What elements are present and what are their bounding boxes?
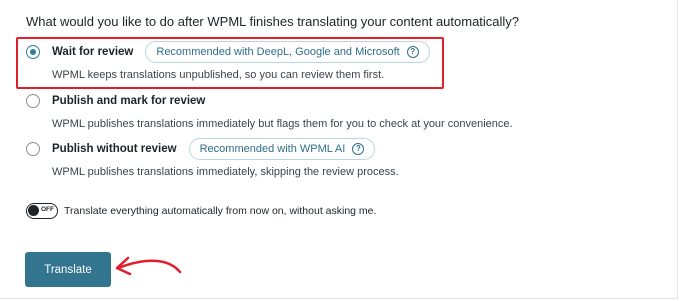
toggle-state-text: OFF xyxy=(41,206,54,213)
toggle-knob xyxy=(28,205,39,216)
auto-translate-toggle-row: OFF Translate everything automatically f… xyxy=(26,203,376,219)
badge-text: Recommended with DeepL, Google and Micro… xyxy=(156,46,400,58)
option-wait-for-review[interactable]: Wait for review Recommended with DeepL, … xyxy=(26,41,430,81)
settings-panel: What would you like to do after WPML fin… xyxy=(0,0,678,299)
auto-translate-toggle[interactable]: OFF xyxy=(26,203,58,219)
option-description: WPML publishes translations immediately,… xyxy=(52,166,399,178)
option-label[interactable]: Publish without review xyxy=(52,143,177,155)
recommendation-badge: Recommended with WPML AI ? xyxy=(188,138,376,160)
translate-button[interactable]: Translate xyxy=(25,252,111,287)
option-description: WPML publishes translations immediately … xyxy=(52,118,513,130)
badge-text: Recommended with WPML AI xyxy=(199,143,346,155)
toggle-label: Translate everything automatically from … xyxy=(64,205,377,217)
question-heading: What would you like to do after WPML fin… xyxy=(26,14,520,29)
option-publish-without-review[interactable]: Publish without review Recommended with … xyxy=(26,138,399,178)
option-description: WPML keeps translations unpublished, so … xyxy=(52,69,385,81)
help-icon[interactable]: ? xyxy=(352,143,365,155)
recommendation-badge: Recommended with DeepL, Google and Micro… xyxy=(145,41,430,63)
radio-publish-and-mark[interactable] xyxy=(26,94,40,108)
option-publish-and-mark[interactable]: Publish and mark for review WPML publish… xyxy=(26,91,513,130)
option-label[interactable]: Publish and mark for review xyxy=(52,95,205,107)
annotation-arrow-icon xyxy=(115,256,182,276)
radio-wait-for-review[interactable] xyxy=(26,45,40,59)
option-label[interactable]: Wait for review xyxy=(52,46,133,58)
radio-publish-without-review[interactable] xyxy=(26,142,40,156)
help-icon[interactable]: ? xyxy=(406,46,419,58)
